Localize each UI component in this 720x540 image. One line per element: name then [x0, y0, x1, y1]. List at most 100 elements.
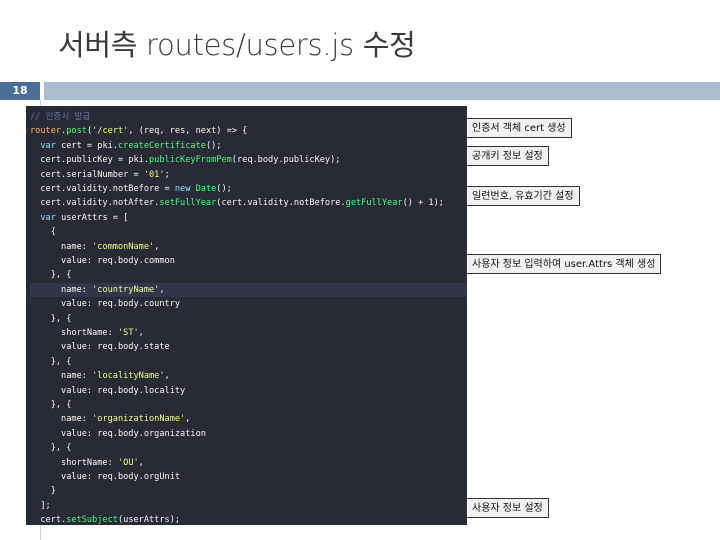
code-token: var — [40, 140, 56, 151]
code-token: 'commonName' — [92, 241, 155, 252]
code-token: 'ST' — [117, 328, 139, 338]
code-line: var userAttrs = [ — [30, 211, 467, 225]
note-cert-object: 인증서 객체 cert 생성 — [466, 118, 572, 138]
header-bar — [44, 82, 720, 100]
code-token: shortName: — [30, 457, 118, 468]
code-line: value: req.body.locality — [30, 384, 467, 398]
code-line: ]; — [30, 499, 467, 513]
code-token: publicKeyFromPem — [149, 155, 232, 166]
code-token: { — [30, 227, 56, 238]
code-line: value: req.body.orgUnit — [30, 470, 467, 484]
code-token: }, { — [30, 313, 72, 324]
code-token: Date — [195, 184, 217, 194]
code-token: name: — [30, 371, 93, 382]
code-token: name: — [30, 284, 93, 295]
note-public-key: 공개키 정보 설정 — [466, 146, 549, 166]
code-token: , — [138, 457, 144, 468]
code-line: name: 'commonName', — [30, 240, 467, 254]
code-token: (); — [216, 184, 232, 194]
code-line: } — [30, 484, 467, 498]
code-token: setSubject — [66, 515, 118, 525]
code-line: shortName: 'OU', — [30, 456, 467, 470]
code-token: cert.serialNumber = — [30, 169, 144, 180]
page-number: 18 — [0, 82, 40, 100]
code-token: , — [185, 414, 191, 425]
code-token: 'organizationName' — [92, 414, 186, 425]
code-token: , — [138, 328, 144, 338]
code-line: { — [30, 225, 467, 239]
code-token: router — [30, 126, 62, 137]
code-token: 'localityName' — [92, 371, 165, 382]
code-token: ]; — [30, 500, 51, 511]
code-token: value: req.body.country — [30, 299, 181, 310]
code-line: shortName: 'ST', — [30, 326, 467, 340]
code-line: var cert = pki.createCertificate(); — [30, 139, 467, 153]
code-token: post — [66, 126, 87, 137]
code-token: }, { — [30, 356, 72, 367]
code-token: userAttrs = [ — [55, 212, 129, 223]
code-line: cert.validity.notBefore = new Date(); — [30, 182, 467, 196]
code-line: }, { — [30, 312, 467, 326]
code-token: (); — [205, 140, 222, 151]
code-line: // 인증서 발급 — [30, 110, 467, 124]
code-token: 'countryName' — [92, 284, 160, 295]
code-line: value: req.body.common — [30, 254, 467, 268]
code-token: , — [154, 241, 160, 252]
code-token: value: req.body.locality — [30, 385, 186, 396]
code-line: value: req.body.state — [30, 340, 467, 354]
code-token: name: — [30, 241, 93, 252]
code-token: , — [164, 371, 170, 382]
code-token: setFullYear — [159, 198, 217, 209]
code-line: router.post('/cert', (req, res, next) =>… — [30, 124, 467, 138]
code-line: name: 'localityName', — [30, 369, 467, 383]
code-line: value: req.body.organization — [30, 427, 467, 441]
code-token: name: — [30, 414, 93, 425]
code-token: (cert.validity.notBefore. — [216, 198, 346, 209]
code-token: value: req.body.orgUnit — [30, 472, 181, 482]
code-line: cert.serialNumber = '01'; — [30, 168, 467, 182]
code-token: () + 1); — [402, 198, 444, 209]
note-serial-validity: 일련번호, 유효기간 설정 — [466, 186, 580, 206]
code-token: }, { — [30, 443, 72, 454]
code-token: new — [174, 184, 191, 194]
code-line: }, { — [30, 441, 467, 455]
code-token: value: req.body.state — [30, 342, 170, 353]
code-token: shortName: — [30, 328, 118, 338]
code-token: 'OU' — [117, 457, 139, 468]
code-token: , — [159, 284, 165, 295]
code-line: cert.publicKey = pki.publicKeyFromPem(re… — [30, 153, 467, 167]
code-token: // 인증서 발급 — [30, 112, 91, 122]
code-token: (userAttrs); — [117, 515, 181, 525]
code-token: cert.publicKey = pki. — [30, 155, 149, 166]
code-line: }, { — [30, 398, 467, 412]
code-token: } — [30, 486, 56, 497]
code-token: '/cert' — [92, 126, 129, 137]
code-screenshot: // 인증서 발급 router.post('/cert', (req, res,… — [26, 106, 467, 525]
code-token: cert.validity.notAfter. — [30, 198, 160, 209]
note-user-info: 사용자 정보 설정 — [466, 498, 549, 518]
code-line: cert.setSubject(userAttrs); — [30, 513, 467, 525]
code-token: var — [40, 212, 56, 223]
code-line: name: 'countryName', — [30, 282, 467, 298]
code-line: name: 'organizationName', — [30, 412, 467, 426]
code-line: cert.validity.notAfter.setFullYear(cert.… — [30, 196, 467, 210]
code-token: cert. — [30, 515, 67, 525]
code-token: , (req, res, next) => { — [128, 126, 248, 137]
code-token: createCertificate — [117, 140, 206, 151]
code-line: value: req.body.country — [30, 297, 467, 311]
code-token: ; — [164, 169, 170, 180]
note-user-attrs: 사용자 정보 입력하여 user.Attrs 객체 생성 — [466, 254, 662, 274]
code-token: (req.body.publicKey); — [231, 155, 341, 166]
code-token: }, { — [30, 400, 72, 410]
code-token: cert = pki. — [55, 140, 118, 151]
code-token: getFullYear — [345, 198, 403, 209]
code-token: cert.validity.notBefore = — [30, 184, 175, 194]
code-line: }, { — [30, 268, 467, 282]
code-token: value: req.body.common — [30, 256, 175, 266]
code-line: }, { — [30, 355, 467, 369]
code-token: }, { — [30, 270, 72, 281]
code-token: '01' — [143, 169, 165, 180]
code-token: value: req.body.organization — [30, 428, 206, 439]
